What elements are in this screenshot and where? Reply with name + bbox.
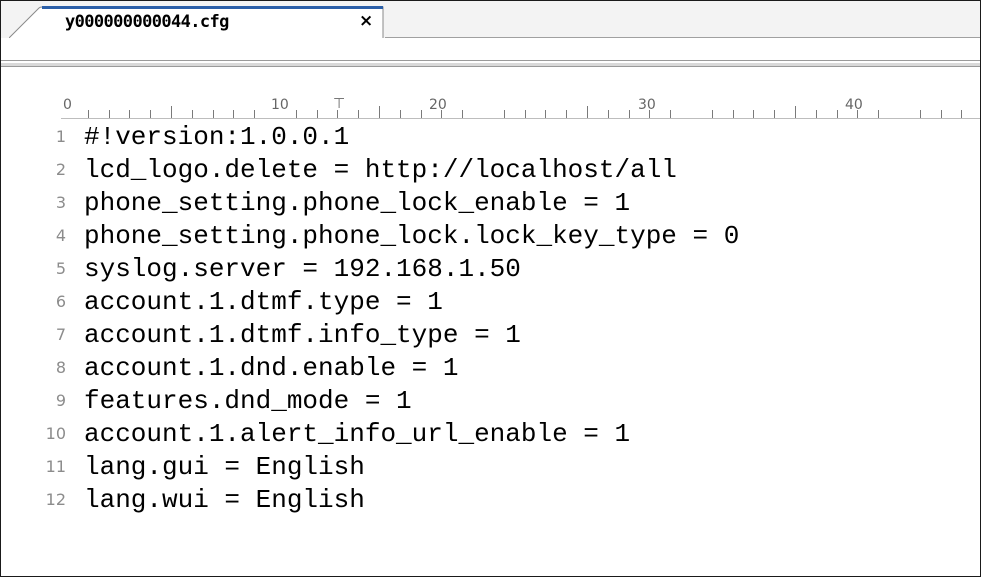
ruler-tick [171,106,172,118]
line-number: 12 [45,490,66,509]
line-text: lcd_logo.delete = http://localhost/all [84,155,677,185]
code-line[interactable]: 6 account.1.dtmf.type = 1 [1,287,980,320]
ruler-tick [400,110,401,118]
ruler-label: 40 [845,97,863,113]
code-line[interactable]: 2 lcd_logo.delete = http://localhost/all [1,155,980,188]
ruler-tick [192,110,193,118]
ruler-tick [421,110,422,118]
ruler-tick [109,110,110,118]
ruler-tick [504,110,505,118]
line-number: 11 [45,457,66,476]
ruler-tick [670,110,671,118]
line-text: account.1.alert_info_url_enable = 1 [84,419,631,449]
line-number: 5 [55,259,66,278]
ruler-tick [587,106,588,118]
line-text: phone_setting.phone_lock_enable = 1 [84,188,631,218]
ruler-tick [296,110,297,118]
ruler-tick [753,110,754,118]
ruler-tick [441,110,442,118]
column-ruler: 0 10 ⊤ 20 30 40 [1,93,980,121]
line-number: 3 [55,193,66,212]
line-text: lang.gui = English [84,452,365,482]
line-number: 6 [55,292,66,311]
code-line[interactable]: 10 account.1.alert_info_url_enable = 1 [1,419,980,452]
line-text: features.dnd_mode = 1 [84,386,412,416]
ruler-tick [816,110,817,118]
ruler-caret-icon: ⊤ [333,96,346,112]
ruler-tick [961,110,962,118]
code-line[interactable]: 11 lang.gui = English [1,452,980,485]
line-text: #!version:1.0.0.1 [84,122,350,152]
code-line[interactable]: 8 account.1.dnd.enable = 1 [1,353,980,386]
ruler-tick [254,110,255,118]
ruler-tick [545,110,546,118]
toolbar-separator [1,38,980,68]
ruler-tick [795,106,796,118]
ruler-label: 30 [638,97,656,113]
line-number: 1 [55,127,66,146]
ruler-tick [837,110,838,118]
ruler-tick [88,110,89,118]
ruler-tick [462,110,463,118]
code-line[interactable]: 12 lang.wui = English [1,485,980,518]
code-line[interactable]: 9 features.dnd_mode = 1 [1,386,980,419]
code-editor[interactable]: 1 #!version:1.0.0.1 2 lcd_logo.delete = htt… [1,122,980,576]
line-number: 8 [55,358,66,377]
line-text: account.1.dtmf.type = 1 [84,287,443,317]
ruler-tick [733,110,734,118]
line-number: 4 [55,226,66,245]
line-text: account.1.dnd.enable = 1 [84,353,459,383]
ruler-tick [774,110,775,118]
ruler-tick [150,110,151,118]
code-line[interactable]: 3 phone_setting.phone_lock_enable = 1 [1,188,980,221]
ruler-tick [358,110,359,118]
line-number: 10 [45,424,66,443]
ruler-tick [608,110,609,118]
ruler-tick [129,110,130,118]
ruler-label: 20 [429,97,447,113]
ruler-tick [213,110,214,118]
tab-filename: y000000000044.cfg [65,12,229,32]
ruler-tick [857,110,858,118]
code-line[interactable]: 7 account.1.dtmf.info_type = 1 [1,320,980,353]
ruler-tick [317,110,318,118]
tab-strip: y000000000044.cfg × [1,1,980,38]
line-text: syslog.server = 192.168.1.50 [84,254,521,284]
line-text: lang.wui = English [84,485,365,515]
close-icon[interactable]: × [359,11,373,31]
ruler-tick [233,110,234,118]
ruler-tick [337,110,338,118]
ruler-tick [941,110,942,118]
file-tab[interactable]: y000000000044.cfg × [9,6,385,38]
line-text: account.1.dtmf.info_type = 1 [84,320,521,350]
ruler-tick [920,110,921,118]
ruler-tick [629,110,630,118]
code-line[interactable]: 5 syslog.server = 192.168.1.50 [1,254,980,287]
ruler-tick [649,110,650,118]
line-number: 2 [55,160,66,179]
ruler-label: 10 [271,97,289,113]
ruler-tick [566,110,567,118]
ruler-label: 0 [63,97,72,113]
line-text: phone_setting.phone_lock.lock_key_type =… [84,221,740,251]
ruler-tick [379,106,380,118]
line-number: 9 [55,391,66,410]
editor-window: y000000000044.cfg × 0 10 ⊤ 20 30 40 1 #!v… [0,0,981,577]
code-line[interactable]: 1 #!version:1.0.0.1 [1,122,980,155]
line-number: 7 [55,325,66,344]
ruler-tick [525,110,526,118]
code-line[interactable]: 4 phone_setting.phone_lock.lock_key_type … [1,221,980,254]
ruler-tick [878,110,879,118]
ruler-tick [712,110,713,118]
